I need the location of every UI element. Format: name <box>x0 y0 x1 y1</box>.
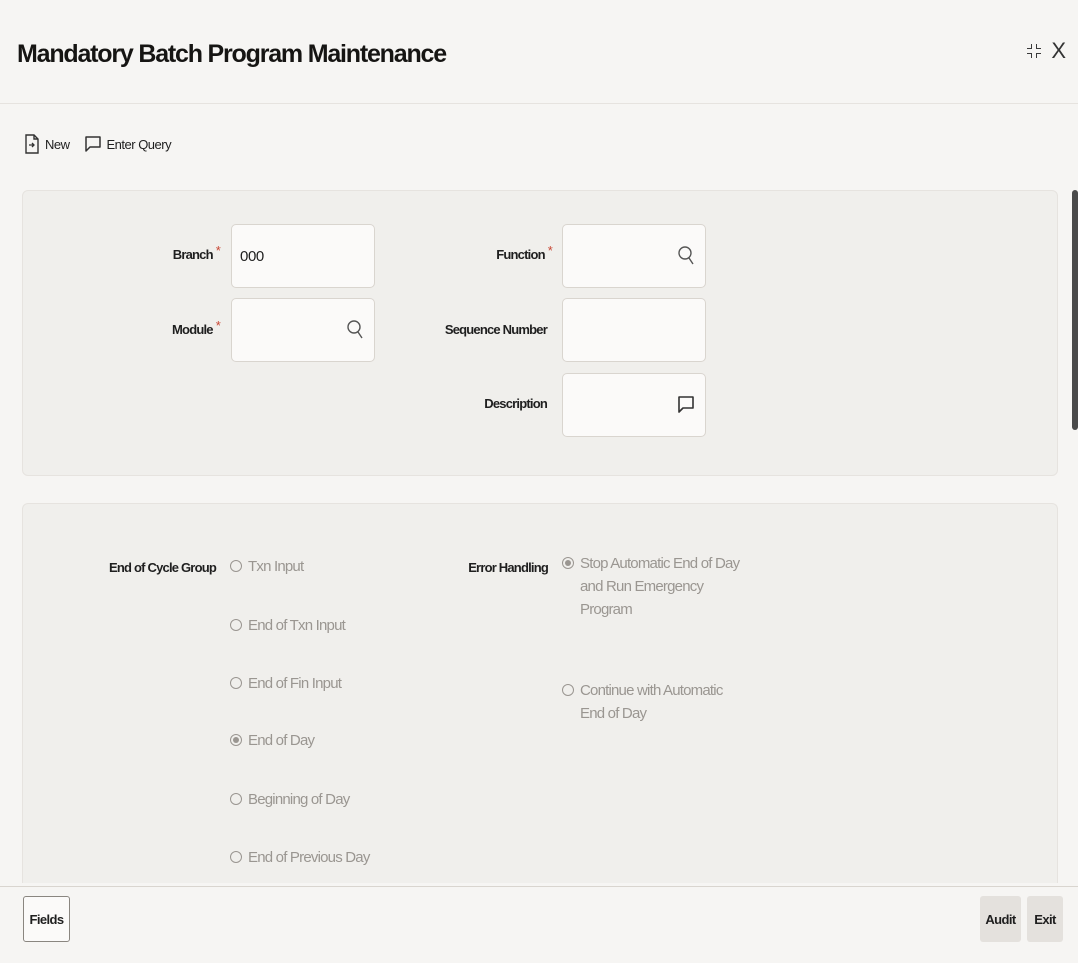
radio-label: Beginning of Day <box>248 791 350 808</box>
radio-end-of-day[interactable]: End of Day <box>230 729 315 752</box>
radio-label: Stop Automatic End of Day and Run Emerge… <box>580 555 740 618</box>
description-label: Description <box>484 396 548 411</box>
branch-field[interactable]: 000 <box>231 224 375 288</box>
module-field[interactable] <box>231 298 375 362</box>
radio-end-of-fin-input[interactable]: End of Fin Input <box>230 672 342 695</box>
enter-query-label: Enter Query <box>106 136 172 152</box>
radio-beginning-of-day[interactable]: Beginning of Day <box>230 788 350 811</box>
branch-label: Branch * <box>172 243 221 262</box>
window-controls: X <box>1027 40 1066 62</box>
exit-button[interactable]: Exit <box>1027 896 1063 942</box>
new-label: New <box>45 136 70 152</box>
module-label: Module * <box>172 318 221 337</box>
close-icon[interactable]: X <box>1051 40 1066 62</box>
new-document-icon <box>25 134 39 154</box>
error-handling-label: Error Handling <box>468 560 549 575</box>
radio-label: End of Day <box>248 732 315 749</box>
radio-button-selected[interactable] <box>562 557 574 569</box>
radio-label: Continue with Automatic End of Day <box>580 682 723 722</box>
radio-button[interactable] <box>562 684 574 696</box>
radio-label: End of Previous Day <box>248 849 370 866</box>
new-button[interactable]: New <box>24 134 70 154</box>
radio-stop-automatic-eod[interactable]: Stop Automatic End of Day and Run Emerge… <box>562 552 740 621</box>
function-field[interactable] <box>562 224 706 288</box>
footer-bar: Fields Audit Exit <box>0 886 1078 963</box>
radio-button[interactable] <box>230 677 242 689</box>
enter-query-button[interactable]: Enter Query <box>84 135 172 153</box>
toolbar: New Enter Query <box>24 134 172 154</box>
radio-button-selected[interactable] <box>230 734 242 746</box>
audit-button[interactable]: Audit <box>980 896 1021 942</box>
comment-icon <box>84 136 101 152</box>
comment-icon[interactable] <box>677 394 695 416</box>
radio-end-of-previous-day[interactable]: End of Previous Day <box>230 846 370 869</box>
restore-icon[interactable] <box>1027 44 1042 58</box>
radio-label: Txn Input <box>248 558 304 575</box>
search-icon[interactable] <box>346 319 364 341</box>
sequence-number-label: Sequence Number <box>444 322 548 337</box>
radio-label: End of Txn Input <box>248 617 346 634</box>
radio-end-of-txn-input[interactable]: End of Txn Input <box>230 614 346 637</box>
description-field[interactable] <box>562 373 706 437</box>
window-header: Mandatory Batch Program Maintenance X <box>0 0 1078 104</box>
radio-button[interactable] <box>230 619 242 631</box>
radio-button[interactable] <box>230 560 242 572</box>
sequence-number-field[interactable] <box>562 298 706 362</box>
page-title: Mandatory Batch Program Maintenance <box>17 40 447 68</box>
search-icon[interactable] <box>677 245 695 267</box>
radio-button[interactable] <box>230 793 242 805</box>
scrollbar[interactable] <box>1072 190 1078 430</box>
end-of-cycle-group-label: End of Cycle Group <box>109 560 217 575</box>
function-label: Function * <box>496 243 553 262</box>
radio-button[interactable] <box>230 851 242 863</box>
branch-value: 000 <box>240 247 264 265</box>
radio-continue-automatic-eod[interactable]: Continue with Automatic End of Day <box>562 679 723 725</box>
radio-txn-input[interactable]: Txn Input <box>230 555 304 578</box>
fields-button[interactable]: Fields <box>23 896 70 942</box>
radio-label: End of Fin Input <box>248 675 342 692</box>
